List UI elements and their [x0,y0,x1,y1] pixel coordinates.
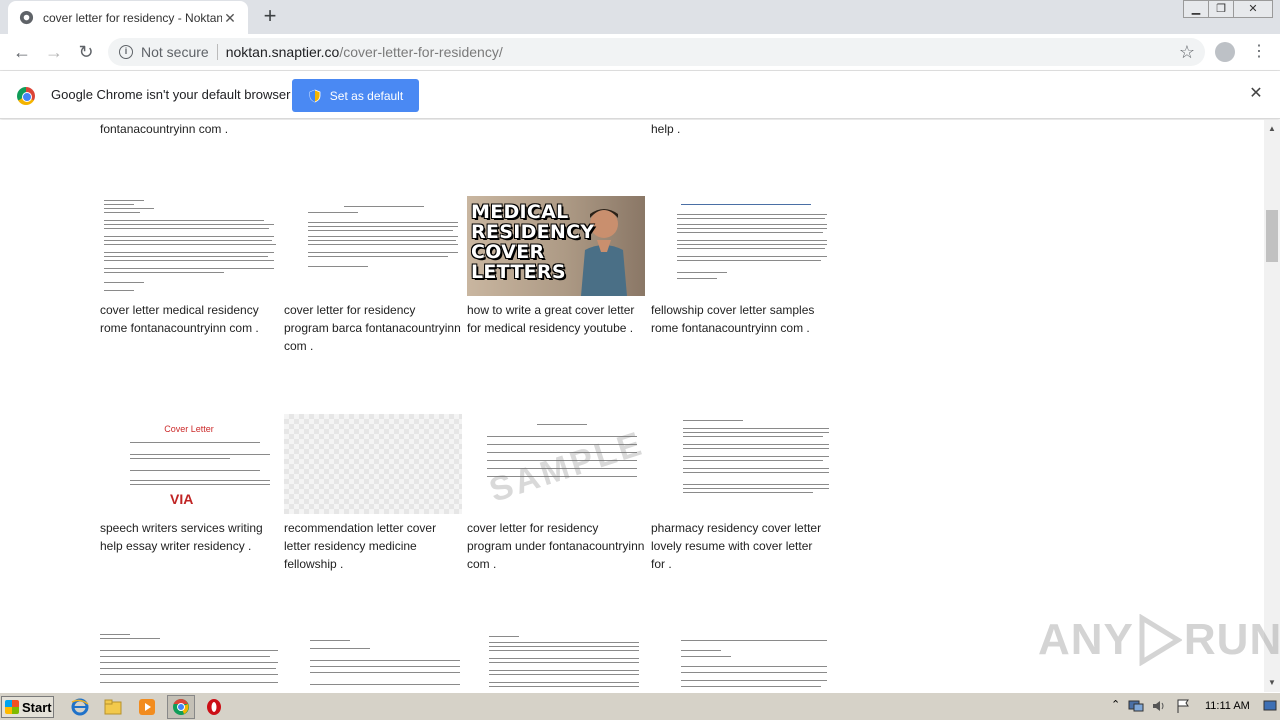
globe-icon [18,10,34,26]
show-desktop-icon[interactable] [1263,699,1277,713]
default-browser-infobar: Google Chrome isn't your default browser… [0,71,1280,119]
gallery-caption[interactable]: cover letter for residency program barca… [284,301,462,355]
infobar-message: Google Chrome isn't your default browser [51,87,291,102]
toolbar: ← → ↻ i Not secure noktan.snaptier.co /c… [0,34,1280,71]
gallery-thumbnail[interactable]: SAMPLE [467,414,645,514]
opera-icon[interactable] [204,698,224,716]
gallery-thumbnail[interactable]: Cover Letter VIA [100,414,278,514]
info-icon[interactable]: i [119,45,133,59]
gallery-caption[interactable]: recommendation letter cover letter resid… [284,519,462,573]
minimize-button[interactable]: ▁ [1183,0,1209,18]
gallery-caption[interactable]: speech writers services writing help ess… [100,519,278,555]
browser-tab[interactable]: cover letter for residency - Noktan.s ✕ [8,1,248,34]
tab-title: cover letter for residency - Noktan.s [43,10,222,25]
folder-icon[interactable] [103,698,123,716]
clock: 11:11 AM [1205,700,1250,712]
url-host[interactable]: noktan.snaptier.co [226,44,340,60]
volume-icon[interactable] [1151,699,1167,713]
gallery-caption[interactable]: how to write a great cover letter for me… [467,301,645,337]
close-icon[interactable]: ✕ [1248,86,1264,102]
gallery-caption[interactable]: pharmacy residency cover letter lovely r… [651,519,829,573]
reload-icon[interactable]: ↻ [74,40,98,64]
windows-flag-icon [5,700,19,714]
scroll-up-arrow[interactable]: ▲ [1264,124,1280,134]
anyrun-watermark: ANY RUN [1038,610,1280,670]
maximize-button[interactable]: ❐ [1208,0,1234,18]
gallery-thumbnail[interactable] [651,414,829,514]
close-icon[interactable]: ✕ [222,10,238,26]
play-icon [1139,614,1182,666]
plus-icon[interactable]: + [259,5,281,27]
scroll-thumb[interactable] [1266,210,1278,262]
gallery-thumbnail[interactable] [284,632,462,692]
video-thumb-title: MEDICAL RESIDENCY COVER LETTERS [471,201,595,283]
gallery-thumbnail[interactable] [651,632,829,692]
set-as-default-label: Set as default [329,88,404,103]
start-label: Start [22,699,52,715]
via-logo: VIA [170,491,194,507]
start-button[interactable]: Start [1,696,54,718]
anyrun-text-left: ANY [1038,615,1134,664]
profile-icon[interactable] [1215,42,1235,62]
scroll-down-arrow[interactable]: ▼ [1264,678,1280,688]
system-tray: ⌃ [1105,696,1278,718]
cover-letter-thumb-title: Cover Letter [164,424,214,434]
gallery-caption[interactable]: cover letter medical residency rome font… [100,301,278,337]
back-icon[interactable]: ← [10,40,34,64]
media-player-icon[interactable] [137,698,157,716]
set-as-default-button[interactable]: Set as default [292,79,419,112]
gallery-caption[interactable]: cover letter for residency program under… [467,519,645,573]
gallery-caption[interactable]: help . [651,120,829,138]
anyrun-text-right: RUN [1183,615,1280,664]
sample-watermark: SAMPLE [484,424,645,510]
omnibox-separator [216,44,218,60]
gallery-caption[interactable]: fellowship cover letter samples rome fon… [651,301,829,337]
gallery-thumbnail[interactable] [284,414,462,514]
gallery-thumbnail[interactable]: MEDICAL RESIDENCY COVER LETTERS [467,196,645,296]
gallery-thumbnail[interactable] [284,196,462,296]
chrome-icon [17,87,35,105]
address-bar[interactable]: i Not secure noktan.snaptier.co /cover-l… [108,38,1205,66]
taskbar: Start ⌃ 11:11 AM [0,692,1280,720]
security-label[interactable]: Not secure [141,44,209,60]
gallery-thumbnail[interactable] [651,196,829,296]
ie-icon[interactable] [70,698,90,716]
url-path[interactable]: /cover-letter-for-residency/ [339,44,502,60]
gallery-thumbnail[interactable] [100,632,278,692]
flag-icon[interactable] [1175,698,1191,714]
gallery-caption[interactable]: fontanacountryinn com . [100,120,278,138]
star-icon[interactable]: ☆ [1179,42,1195,63]
taskbar-chrome-button[interactable] [167,695,195,719]
window-close-button[interactable]: ✕ [1233,0,1273,18]
shield-icon [309,89,321,102]
gallery-thumbnail[interactable] [467,632,645,692]
menu-icon[interactable]: ⋮ [1251,41,1267,63]
gallery-thumbnail[interactable] [100,196,278,296]
chevron-up-icon[interactable]: ⌃ [1111,698,1120,711]
chrome-icon [173,698,189,715]
tab-strip: cover letter for residency - Noktan.s ✕ … [0,0,1280,34]
forward-icon[interactable]: → [42,40,66,64]
network-icon[interactable] [1127,698,1145,714]
page-content: fontanacountryinn com . help . MEDICAL R… [0,120,1264,692]
vertical-scrollbar[interactable]: ▲ ▼ [1264,120,1280,692]
